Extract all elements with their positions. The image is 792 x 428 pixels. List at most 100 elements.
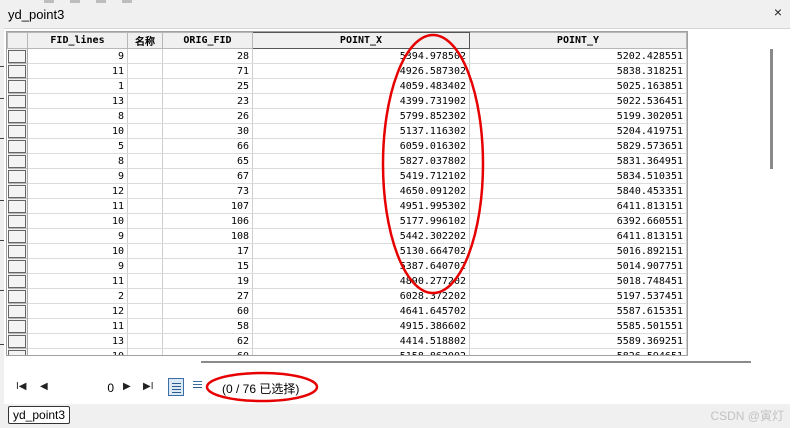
cell-point-y[interactable]: 5587.615351 <box>469 303 687 319</box>
cell-point-x[interactable]: 5177.996102 <box>252 213 470 229</box>
table-row[interactable]: 8 26 5799.852302 5199.302051 <box>7 108 687 124</box>
cell-point-y[interactable]: 6411.813151 <box>469 228 687 244</box>
cell-name[interactable] <box>127 243 163 259</box>
show-all-records-icon[interactable] <box>168 378 184 396</box>
cell-point-y[interactable]: 5204.419751 <box>469 123 687 139</box>
current-record-input[interactable] <box>54 378 116 398</box>
table-row[interactable]: 1 25 4059.483402 5025.163851 <box>7 78 687 94</box>
cell-orig-fid[interactable]: 108 <box>162 228 253 244</box>
column-header-fid-lines[interactable]: FID_lines <box>27 32 128 49</box>
row-selector-box[interactable] <box>8 260 27 273</box>
table-row[interactable]: 2 27 6028.372202 5197.537451 <box>7 288 687 304</box>
cell-name[interactable] <box>127 48 163 64</box>
cell-name[interactable] <box>127 63 163 79</box>
row-selector[interactable] <box>7 93 28 109</box>
cell-name[interactable] <box>127 228 163 244</box>
cell-point-y[interactable]: 6411.813151 <box>469 198 687 214</box>
row-selector[interactable] <box>7 303 28 319</box>
cell-orig-fid[interactable]: 106 <box>162 213 253 229</box>
cell-point-y[interactable]: 5834.510351 <box>469 168 687 184</box>
cell-orig-fid[interactable]: 60 <box>162 348 253 355</box>
last-record-icon[interactable]: ▶I <box>143 381 153 392</box>
table-row[interactable]: 10 106 5177.996102 6392.660551 <box>7 213 687 229</box>
row-selector-box[interactable] <box>8 80 27 93</box>
cell-fid-lines[interactable]: 11 <box>27 198 128 214</box>
cell-orig-fid[interactable]: 28 <box>162 48 253 64</box>
column-header-point-y[interactable]: POINT_Y <box>469 32 687 49</box>
cell-point-y[interactable]: 5840.453351 <box>469 183 687 199</box>
row-selector[interactable] <box>7 63 28 79</box>
cell-name[interactable] <box>127 123 163 139</box>
cell-orig-fid[interactable]: 107 <box>162 198 253 214</box>
row-selector-box[interactable] <box>8 140 27 153</box>
table-row[interactable]: 8 65 5827.037802 5831.364951 <box>7 153 687 169</box>
table-row[interactable]: 11 19 4890.277202 5018.748451 <box>7 273 687 289</box>
row-selector[interactable] <box>7 273 28 289</box>
cell-point-x[interactable]: 4915.386602 <box>252 318 470 334</box>
row-selector[interactable] <box>7 138 28 154</box>
table-row[interactable]: 10 60 5158.862002 5826.594651 <box>7 348 687 355</box>
cell-point-y[interactable]: 5018.748451 <box>469 273 687 289</box>
cell-orig-fid[interactable]: 66 <box>162 138 253 154</box>
table-row[interactable]: 13 62 4414.518802 5589.369251 <box>7 333 687 349</box>
cell-point-x[interactable]: 5130.664702 <box>252 243 470 259</box>
cell-fid-lines[interactable]: 11 <box>27 63 128 79</box>
cell-orig-fid[interactable]: 26 <box>162 108 253 124</box>
table-row[interactable]: 10 17 5130.664702 5016.892151 <box>7 243 687 259</box>
cell-point-y[interactable]: 5199.302051 <box>469 108 687 124</box>
table-row[interactable]: 9 28 5394.978502 5202.428551 <box>7 48 687 64</box>
cell-orig-fid[interactable]: 15 <box>162 258 253 274</box>
cell-point-x[interactable]: 6028.372202 <box>252 288 470 304</box>
column-header-orig-fid[interactable]: ORIG_FID <box>162 32 253 49</box>
table-row[interactable]: 5 66 6059.016302 5829.573651 <box>7 138 687 154</box>
cell-point-x[interactable]: 5137.116302 <box>252 123 470 139</box>
row-selector[interactable] <box>7 228 28 244</box>
row-selector-box[interactable] <box>8 275 27 288</box>
cell-name[interactable] <box>127 213 163 229</box>
row-selector-header[interactable] <box>7 32 28 49</box>
cell-orig-fid[interactable]: 25 <box>162 78 253 94</box>
cell-name[interactable] <box>127 198 163 214</box>
cell-point-x[interactable]: 4890.277202 <box>252 273 470 289</box>
row-selector-box[interactable] <box>8 65 27 78</box>
row-selector-box[interactable] <box>8 95 27 108</box>
cell-orig-fid[interactable]: 67 <box>162 168 253 184</box>
cell-point-y[interactable]: 5202.428551 <box>469 48 687 64</box>
table-row[interactable]: 9 15 5387.640702 5014.907751 <box>7 258 687 274</box>
row-selector[interactable] <box>7 108 28 124</box>
cell-fid-lines[interactable]: 12 <box>27 303 128 319</box>
row-selector-box[interactable] <box>8 320 27 333</box>
horizontal-scroll-thumb[interactable] <box>201 361 751 363</box>
cell-fid-lines[interactable]: 8 <box>27 153 128 169</box>
cell-orig-fid[interactable]: 60 <box>162 303 253 319</box>
vertical-scroll-thumb[interactable] <box>770 49 773 169</box>
row-selector-box[interactable] <box>8 215 27 228</box>
cell-point-x[interactable]: 4641.645702 <box>252 303 470 319</box>
cell-name[interactable] <box>127 348 163 355</box>
cell-point-y[interactable]: 5016.892151 <box>469 243 687 259</box>
row-selector-box[interactable] <box>8 200 27 213</box>
next-record-icon[interactable]: ▶ <box>123 381 131 392</box>
table-row[interactable]: 9 108 5442.302202 6411.813151 <box>7 228 687 244</box>
cell-orig-fid[interactable]: 17 <box>162 243 253 259</box>
cell-point-x[interactable]: 4926.587302 <box>252 63 470 79</box>
table-row[interactable]: 11 107 4951.995302 6411.813151 <box>7 198 687 214</box>
cell-fid-lines[interactable]: 10 <box>27 213 128 229</box>
cell-orig-fid[interactable]: 71 <box>162 63 253 79</box>
row-selector[interactable] <box>7 153 28 169</box>
cell-orig-fid[interactable]: 27 <box>162 288 253 304</box>
cell-name[interactable] <box>127 93 163 109</box>
row-selector[interactable] <box>7 168 28 184</box>
cell-name[interactable] <box>127 153 163 169</box>
cell-name[interactable] <box>127 273 163 289</box>
vertical-scrollbar[interactable] <box>760 31 784 361</box>
table-row[interactable]: 13 23 4399.731902 5022.536451 <box>7 93 687 109</box>
row-selector-box[interactable] <box>8 350 27 355</box>
row-selector-box[interactable] <box>8 185 27 198</box>
cell-fid-lines[interactable]: 13 <box>27 93 128 109</box>
table-row[interactable]: 11 71 4926.587302 5838.318251 <box>7 63 687 79</box>
cell-point-y[interactable]: 5197.537451 <box>469 288 687 304</box>
table-row[interactable]: 9 67 5419.712102 5834.510351 <box>7 168 687 184</box>
cell-point-x[interactable]: 5394.978502 <box>252 48 470 64</box>
cell-point-x[interactable]: 4414.518802 <box>252 333 470 349</box>
